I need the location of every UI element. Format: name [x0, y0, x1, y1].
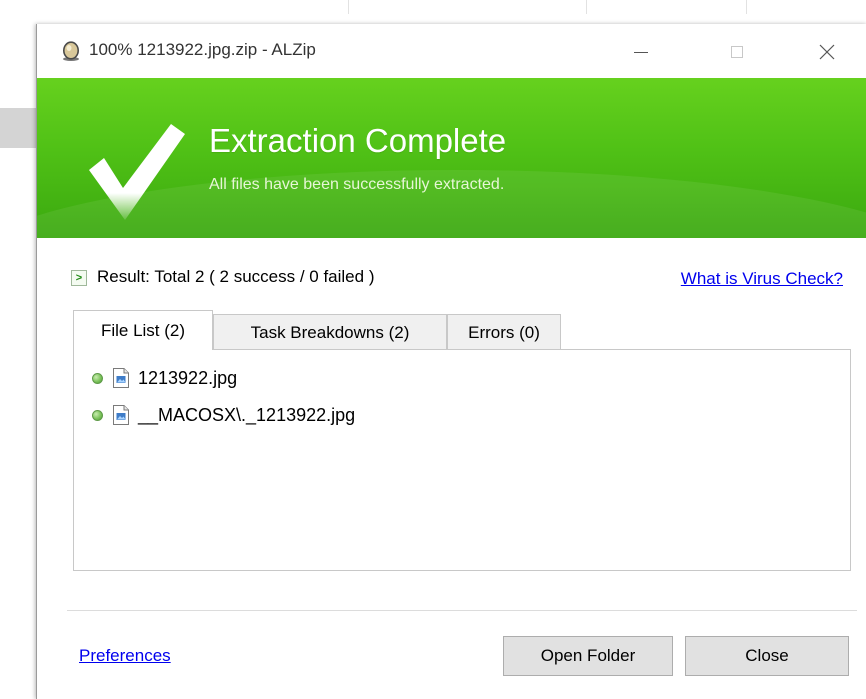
- footer-divider: [67, 610, 857, 611]
- background-separator: [586, 0, 587, 14]
- image-file-icon: [113, 368, 129, 388]
- list-item[interactable]: 1213922.jpg: [92, 365, 237, 391]
- background-panel: [0, 108, 36, 148]
- status-dot-icon: [92, 409, 103, 421]
- preferences-link[interactable]: Preferences: [79, 646, 171, 666]
- list-item[interactable]: __MACOSX\._1213922.jpg: [92, 402, 355, 428]
- banner-title: Extraction Complete: [209, 122, 507, 159]
- result-summary: Result: Total 2 ( 2 success / 0 failed ): [97, 267, 375, 286]
- virus-check-link[interactable]: What is Virus Check?: [681, 269, 843, 289]
- window-close-button[interactable]: [797, 30, 857, 74]
- close-button[interactable]: Close: [685, 636, 849, 676]
- background-separator: [348, 0, 349, 14]
- maximize-button[interactable]: [707, 30, 767, 74]
- tab-errors[interactable]: Errors (0): [447, 314, 561, 350]
- status-banner: Extraction Complete All files have been …: [37, 78, 866, 238]
- minimize-button[interactable]: [611, 30, 671, 74]
- image-file-icon: [113, 405, 129, 425]
- banner-subtitle: All files have been successfully extract…: [209, 176, 505, 193]
- alzip-dialog: 100% 1213922.jpg.zip - ALZip Extraction …: [36, 24, 866, 699]
- window-title: 100% 1213922.jpg.zip - ALZip: [89, 40, 316, 59]
- file-list: 1213922.jpg __MACOSX\._1213922.jpg: [73, 349, 851, 571]
- tab-task-breakdowns[interactable]: Task Breakdowns (2): [213, 314, 447, 350]
- checkmark-icon: [89, 124, 185, 220]
- background-separator: [746, 0, 747, 14]
- status-dot-icon: [92, 372, 103, 384]
- file-name: 1213922.jpg: [138, 367, 238, 388]
- title-bar[interactable]: 100% 1213922.jpg.zip - ALZip: [37, 24, 866, 78]
- file-name: __MACOSX\._1213922.jpg: [138, 404, 356, 425]
- close-icon: [819, 44, 835, 60]
- chevron-right-icon: >: [71, 270, 87, 286]
- maximize-icon: [731, 46, 743, 58]
- open-folder-button[interactable]: Open Folder: [503, 636, 673, 676]
- alzip-icon: [63, 41, 79, 61]
- tab-file-list[interactable]: File List (2): [73, 310, 213, 350]
- minimize-icon: [634, 52, 648, 53]
